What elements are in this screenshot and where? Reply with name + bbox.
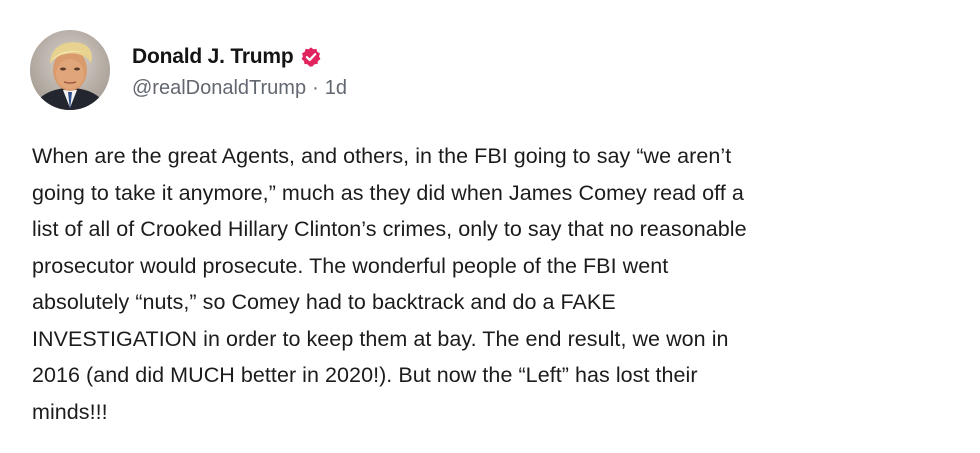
verified-badge-icon — [300, 46, 322, 68]
post-header: Donald J. Trump @realDonaldTrump · 1d — [30, 28, 347, 112]
author-name-row: Donald J. Trump — [132, 41, 347, 73]
author-info: Donald J. Trump @realDonaldTrump · 1d — [132, 41, 347, 100]
author-handle[interactable]: @realDonaldTrump — [132, 77, 306, 100]
avatar[interactable] — [30, 30, 110, 110]
post-text: When are the great Agents, and others, i… — [32, 144, 747, 424]
post-timestamp[interactable]: 1d — [325, 77, 347, 100]
author-display-name[interactable]: Donald J. Trump — [132, 45, 294, 69]
avatar-photo-icon — [30, 30, 110, 110]
meta-separator: · — [312, 76, 319, 99]
author-meta-row: @realDonaldTrump · 1d — [132, 77, 347, 100]
post-card: Donald J. Trump @realDonaldTrump · 1d Wh… — [0, 0, 980, 453]
